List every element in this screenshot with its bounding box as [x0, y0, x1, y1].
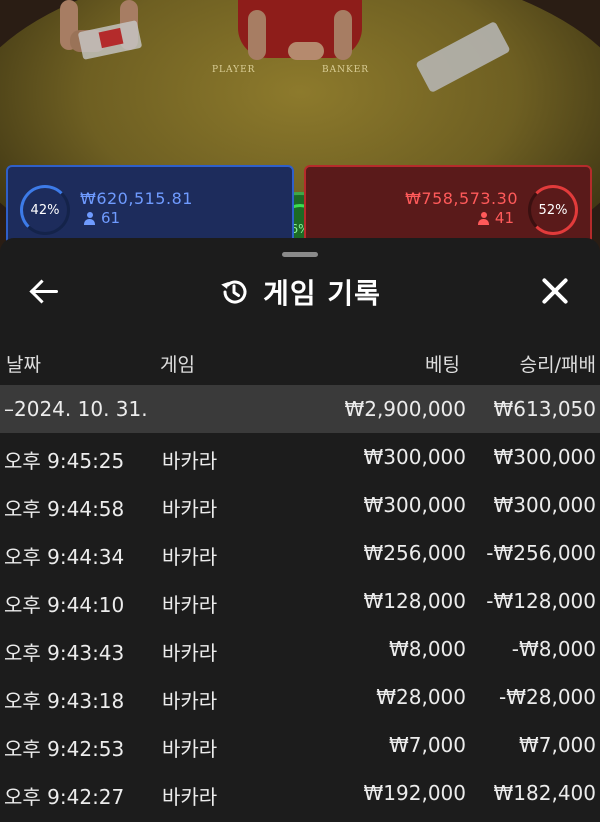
row-bet: ₩300,000 — [363, 493, 466, 517]
history-row[interactable]: 오후 9:44:10 바카라 ₩128,000 -₩128,000 — [0, 577, 600, 625]
row-bet: ₩256,000 — [363, 541, 466, 565]
table-label-player: PLAYER — [212, 65, 256, 75]
row-time: 오후 9:42:27 — [4, 785, 125, 809]
row-time: 오후 9:45:25 — [4, 449, 125, 473]
history-list: –2024. 10. 31. ₩2,900,000 ₩613,050 오후 9:… — [0, 385, 600, 817]
dealer-arm — [248, 10, 266, 60]
history-icon — [221, 280, 247, 304]
column-header-date: 날짜 — [6, 354, 41, 376]
summary-win-loss: ₩613,050 — [493, 397, 596, 421]
banker-count-value: 41 — [494, 209, 514, 227]
history-row[interactable]: 오후 9:42:27 바카라 ₩192,000 ₩182,400 — [0, 769, 600, 817]
row-time: 오후 9:44:58 — [4, 497, 125, 521]
row-time: 오후 9:43:18 — [4, 689, 125, 713]
person-icon — [84, 211, 95, 225]
date-summary-row[interactable]: –2024. 10. 31. ₩2,900,000 ₩613,050 — [0, 385, 600, 433]
row-bet: ₩128,000 — [363, 589, 466, 613]
banker-total-amount: ₩758,573.30 — [405, 189, 518, 208]
player-bettor-count: 61 — [84, 209, 120, 227]
row-win-loss: ₩300,000 — [493, 445, 596, 469]
row-win-loss: ₩7,000 — [518, 733, 596, 757]
game-history-sheet: 게임 기록 날짜 게임 베팅 승리/패배 –2024. 10. 31. ₩2,9… — [0, 238, 600, 822]
summary-bet: ₩2,900,000 — [344, 397, 466, 421]
table-label-banker: BANKER — [322, 65, 370, 75]
player-total-amount: ₩620,515.81 — [80, 189, 193, 208]
summary-date: –2024. 10. 31. — [4, 397, 148, 421]
column-header-game: 게임 — [160, 354, 195, 376]
sheet-title: 게임 기록 — [263, 277, 381, 310]
banker-bet-spot[interactable]: ₩758,573.30 41 52% — [304, 165, 592, 245]
row-win-loss: -₩128,000 — [486, 589, 596, 613]
row-game: 바카라 — [162, 737, 218, 761]
history-row[interactable]: 오후 9:43:43 바카라 ₩8,000 -₩8,000 — [0, 625, 600, 673]
player-bet-spot[interactable]: 42% ₩620,515.81 61 — [6, 165, 294, 245]
banker-percent: 52% — [538, 202, 568, 218]
row-bet: ₩8,000 — [388, 637, 466, 661]
row-bet: ₩192,000 — [363, 781, 466, 805]
person-icon — [477, 211, 489, 225]
dealer-hands — [288, 42, 324, 60]
row-win-loss: -₩256,000 — [486, 541, 596, 565]
row-win-loss: ₩300,000 — [493, 493, 596, 517]
row-bet: ₩28,000 — [376, 685, 466, 709]
history-row[interactable]: 오후 9:44:58 바카라 ₩300,000 ₩300,000 — [0, 481, 600, 529]
column-header-win-loss: 승리/패배 — [519, 354, 596, 376]
column-header-bet: 베팅 — [425, 354, 460, 376]
row-game: 바카라 — [162, 641, 218, 665]
history-row[interactable]: 오후 9:43:18 바카라 ₩28,000 -₩28,000 — [0, 673, 600, 721]
row-win-loss: -₩8,000 — [511, 637, 596, 661]
row-game: 바카라 — [162, 689, 218, 713]
row-time: 오후 9:42:53 — [4, 737, 125, 761]
history-row[interactable]: 오후 9:45:25 바카라 ₩300,000 ₩300,000 — [0, 433, 600, 481]
dealer-arm — [334, 10, 352, 60]
row-win-loss: ₩182,400 — [493, 781, 596, 805]
player-count-value: 61 — [101, 209, 121, 227]
row-game: 바카라 — [162, 545, 218, 569]
row-time: 오후 9:44:34 — [4, 545, 125, 569]
row-time: 오후 9:43:43 — [4, 641, 125, 665]
banker-bettor-count: 41 — [477, 209, 514, 227]
row-bet: ₩7,000 — [388, 733, 466, 757]
player-percent-ring: 42% — [20, 185, 70, 235]
sheet-drag-handle[interactable] — [282, 252, 318, 257]
row-game: 바카라 — [162, 593, 218, 617]
player-percent: 42% — [30, 202, 60, 218]
row-win-loss: -₩28,000 — [499, 685, 596, 709]
row-game: 바카라 — [162, 785, 218, 809]
row-bet: ₩300,000 — [363, 445, 466, 469]
history-row[interactable]: 오후 9:44:34 바카라 ₩256,000 -₩256,000 — [0, 529, 600, 577]
history-row[interactable]: 오후 9:42:53 바카라 ₩7,000 ₩7,000 — [0, 721, 600, 769]
close-button[interactable] — [540, 276, 570, 306]
column-headers: 날짜 게임 베팅 승리/패배 — [0, 348, 600, 380]
row-game: 바카라 — [162, 497, 218, 521]
title-group: 게임 기록 — [0, 272, 600, 312]
row-time: 오후 9:44:10 — [4, 593, 125, 617]
sheet-header: 게임 기록 — [0, 268, 600, 314]
banker-percent-ring: 52% — [528, 185, 578, 235]
row-game: 바카라 — [162, 449, 218, 473]
